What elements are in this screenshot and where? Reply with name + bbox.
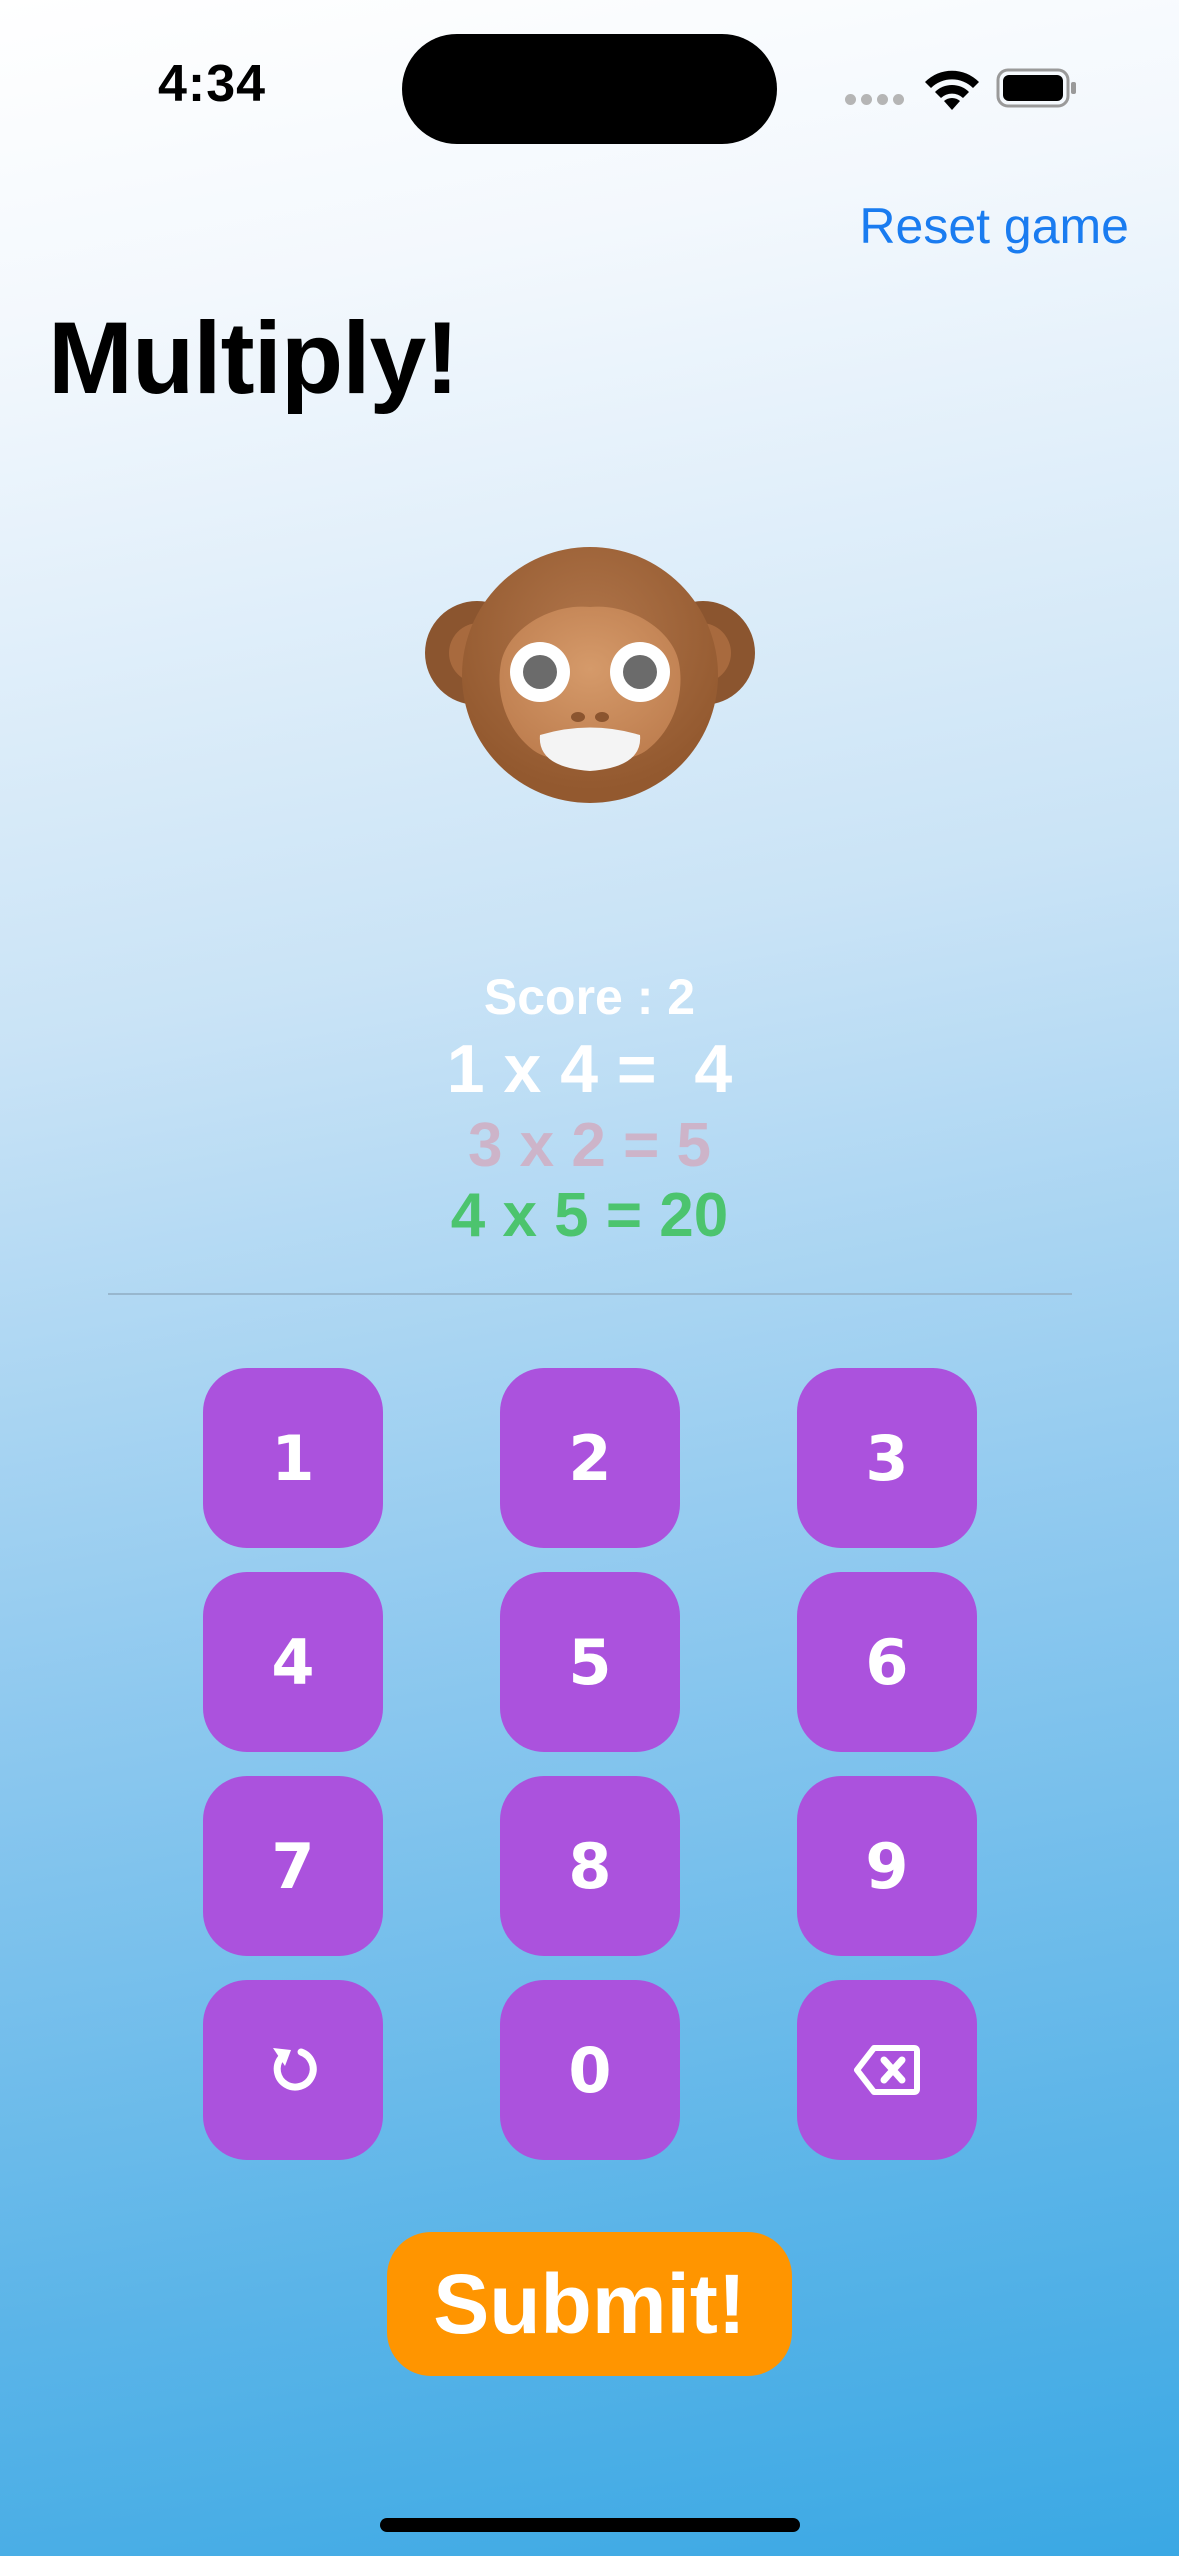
status-bar: 4:34: [0, 0, 1179, 180]
key-8[interactable]: 8: [500, 1776, 680, 1956]
page-title: Multiply!: [48, 301, 459, 415]
submit-button[interactable]: Submit!: [387, 2232, 792, 2376]
key-9[interactable]: 9: [797, 1776, 977, 1956]
key-6[interactable]: 6: [797, 1572, 977, 1752]
key-7[interactable]: 7: [203, 1776, 383, 1956]
number-keypad: 1 2 3 4 5 6 7 8 9 0: [203, 1368, 977, 2160]
delete-backspace-icon: [854, 2045, 920, 2095]
reset-game-button[interactable]: Reset game: [859, 197, 1129, 255]
divider: [108, 1293, 1072, 1295]
key-2[interactable]: 2: [500, 1368, 680, 1548]
delete-button[interactable]: [797, 1980, 977, 2160]
home-indicator[interactable]: [380, 2518, 800, 2532]
reset-answer-button[interactable]: [203, 1980, 383, 2160]
status-time: 4:34: [158, 55, 267, 113]
history-wrong-answer: 3 x 2 = 5: [467, 1111, 712, 1180]
battery-icon: [996, 68, 1076, 108]
history-correct-answer: 4 x 5 = 20: [450, 1181, 729, 1250]
score-label: Score : 2: [483, 969, 696, 1025]
key-5[interactable]: 5: [500, 1572, 680, 1752]
wifi-icon: [925, 70, 979, 110]
key-3[interactable]: 3: [797, 1368, 977, 1548]
monkey-face-icon: [425, 547, 755, 803]
dynamic-island: [402, 34, 777, 144]
key-4[interactable]: 4: [203, 1572, 383, 1752]
reset-arrow-icon: [273, 2048, 317, 2091]
cellular-signal-icon: [845, 94, 905, 106]
current-question: 1 x 4 = 4: [446, 1031, 733, 1107]
key-0[interactable]: 0: [500, 1980, 680, 2160]
key-1[interactable]: 1: [203, 1368, 383, 1548]
